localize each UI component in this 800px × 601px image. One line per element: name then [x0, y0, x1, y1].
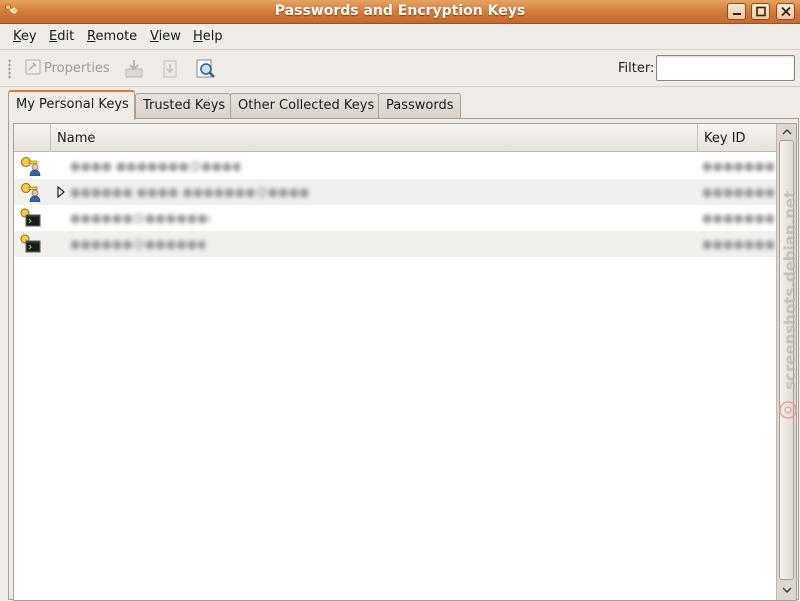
table-row[interactable]: ●●●●●●@●●●●●●●●● ●●●●●●●●	[14, 205, 776, 231]
tab-my-personal-keys[interactable]: My Personal Keys	[8, 90, 135, 120]
table-row[interactable]: ●●●●●● ●●●● ●●●●●●●@●●●●●●●.●●● ●●●●●●●●	[14, 179, 776, 205]
key-rows: ●●●● ●●●●●●●@●●●●.●●● ●●●●●●●● ●●●●●● ●●…	[14, 153, 776, 257]
maximize-icon	[756, 6, 766, 17]
key-name: ●●●● ●●●●●●●@●●●●.●●●	[70, 159, 240, 173]
personal-key-icon	[20, 182, 42, 206]
export-button[interactable]	[158, 56, 184, 82]
menu-bar: Key Edit Remote View Help	[0, 24, 800, 50]
properties-icon	[25, 59, 41, 75]
column-header: Name Key ID	[14, 124, 776, 152]
minimize-button[interactable]	[727, 3, 746, 20]
column-key-id[interactable]: Key ID	[698, 124, 776, 152]
tab-passwords[interactable]: Passwords	[378, 93, 461, 118]
key-id: ●●●●●●●●	[702, 185, 774, 199]
title-bar[interactable]: Passwords and Encryption Keys	[0, 0, 800, 24]
properties-button[interactable]: Properties	[22, 56, 114, 82]
toolbar-grip[interactable]	[8, 59, 11, 79]
ssh-key-icon	[20, 208, 42, 232]
import-icon	[125, 60, 143, 78]
tab-content: Name Key ID ●●●● ●●●●●●●@●●●●.●●● ●●●●●●…	[8, 118, 799, 601]
column-name-label: Name	[57, 131, 96, 146]
key-list[interactable]: Name Key ID ●●●● ●●●●●●●@●●●●.●●● ●●●●●●…	[13, 123, 797, 601]
window-title: Passwords and Encryption Keys	[274, 3, 526, 19]
column-key-id-label: Key ID	[704, 131, 746, 146]
vertical-scrollbar[interactable]	[776, 124, 796, 600]
search-icon	[196, 59, 215, 78]
filter-input[interactable]	[656, 55, 795, 81]
export-icon	[163, 60, 177, 78]
key-id: ●●●●●●●●	[702, 237, 774, 251]
key-name: ●●●●●●@●●●●●●●	[70, 237, 205, 251]
tab-label: Other Collected Keys	[238, 98, 375, 113]
tab-other-collected-keys[interactable]: Other Collected Keys	[230, 93, 379, 118]
toolbar: Properties Filter:	[0, 51, 800, 87]
tab-label: Passwords	[386, 98, 454, 113]
find-remote-keys-button[interactable]	[194, 56, 220, 82]
scroll-up-arrow-icon[interactable]	[779, 125, 795, 139]
expand-triangle-icon[interactable]	[57, 185, 65, 202]
table-row[interactable]: ●●●● ●●●●●●●@●●●●.●●● ●●●●●●●●	[14, 153, 776, 179]
tab-label: My Personal Keys	[16, 97, 129, 112]
menu-help[interactable]: Help	[193, 29, 223, 44]
maximize-button[interactable]	[751, 3, 770, 20]
column-name[interactable]: Name	[51, 124, 698, 152]
key-name: ●●●●●● ●●●● ●●●●●●●@●●●●●●●.●●●	[70, 185, 310, 199]
close-icon	[781, 6, 791, 17]
key-name: ●●●●●●@●●●●●●●●●	[70, 211, 210, 225]
minimize-icon	[733, 13, 741, 15]
menu-edit[interactable]: Edit	[49, 29, 74, 44]
filter-label: Filter:	[618, 61, 655, 76]
ssh-key-icon	[20, 234, 42, 258]
menu-view[interactable]: View	[150, 29, 181, 44]
close-button[interactable]	[776, 3, 795, 20]
key-id: ●●●●●●●●	[702, 211, 774, 225]
menu-key[interactable]: Key	[13, 29, 37, 44]
tab-trusted-keys[interactable]: Trusted Keys	[135, 93, 231, 118]
properties-label: Properties	[44, 61, 110, 76]
tab-label: Trusted Keys	[143, 98, 226, 113]
key-id: ●●●●●●●●	[702, 159, 774, 173]
menu-remote[interactable]: Remote	[87, 29, 137, 44]
column-icon[interactable]	[14, 124, 51, 152]
import-button[interactable]	[122, 56, 148, 82]
scrollbar-thumb[interactable]	[779, 140, 794, 580]
scroll-down-arrow-icon[interactable]	[779, 583, 795, 597]
table-row[interactable]: ●●●●●●@●●●●●●● ●●●●●●●●	[14, 231, 776, 257]
personal-key-icon	[20, 156, 42, 180]
